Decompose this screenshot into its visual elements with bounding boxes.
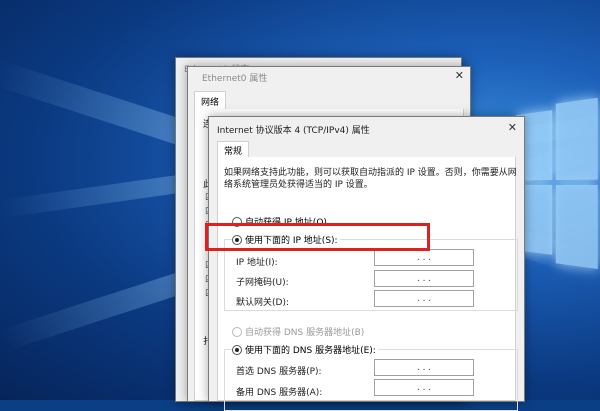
windows-logo — [516, 97, 598, 270]
radio-label: 自动获得 DNS 服务器地址(B) — [245, 328, 365, 338]
radio-label: 使用下面的 DNS 服务器地址(E): — [245, 346, 376, 356]
alternate-dns-input[interactable]: . . . — [374, 379, 474, 396]
description-text: 如果网络支持此功能，则可以获取自动指派的 IP 设置。否则，你需要从网络系统管理… — [224, 168, 517, 190]
ip-address-value: . . . — [416, 252, 432, 263]
radio-button[interactable] — [232, 326, 242, 337]
general-panel: 如果网络支持此功能，则可以获取自动指派的 IP 设置。否则，你需要从网络系统管理… — [217, 157, 518, 411]
close-icon[interactable]: ✕ — [508, 121, 517, 134]
subnet-mask-input[interactable]: . . . — [374, 270, 474, 287]
preferred-dns-label: 首选 DNS 服务器(P): — [236, 367, 322, 377]
red-highlight-box — [205, 223, 430, 251]
dialog-title: Internet 协议版本 4 (TCP/IPv4) 属性 — [217, 126, 370, 136]
default-gateway-value: . . . — [416, 293, 432, 304]
tab-network[interactable]: 网络 — [194, 91, 227, 111]
default-gateway-label: 默认网关(D): — [236, 298, 289, 308]
preferred-dns-input[interactable]: . . . — [374, 359, 474, 376]
alternate-dns-label: 备用 DNS 服务器(A): — [236, 388, 323, 398]
default-gateway-input[interactable]: . . . — [374, 290, 474, 307]
subnet-mask-value: . . . — [416, 273, 432, 284]
alternate-dns-value: . . . — [416, 382, 432, 393]
dns-manual-radio[interactable]: 使用下面的 DNS 服务器地址(E): — [232, 343, 378, 356]
dns-auto-radio[interactable]: 自动获得 DNS 服务器地址(B) — [232, 325, 364, 338]
tab-strip: 常规 — [217, 141, 516, 159]
subnet-mask-label: 子网掩码(U): — [236, 278, 289, 288]
ip-address-input[interactable]: . . . — [374, 249, 474, 266]
logo-pane — [555, 185, 598, 270]
preferred-dns-value: . . . — [416, 362, 432, 373]
ip-address-label: IP 地址(I): — [236, 258, 278, 268]
ipv4-properties-dialog: Internet 协议版本 4 (TCP/IPv4) 属性 ✕ 常规 如果网络支… — [208, 116, 525, 411]
tab-strip: 网络 — [194, 91, 464, 111]
close-icon[interactable]: ✕ — [455, 69, 464, 82]
radio-button[interactable] — [232, 344, 242, 355]
window-title: Ethernet0 属性 — [202, 74, 268, 84]
logo-pane — [555, 97, 598, 180]
